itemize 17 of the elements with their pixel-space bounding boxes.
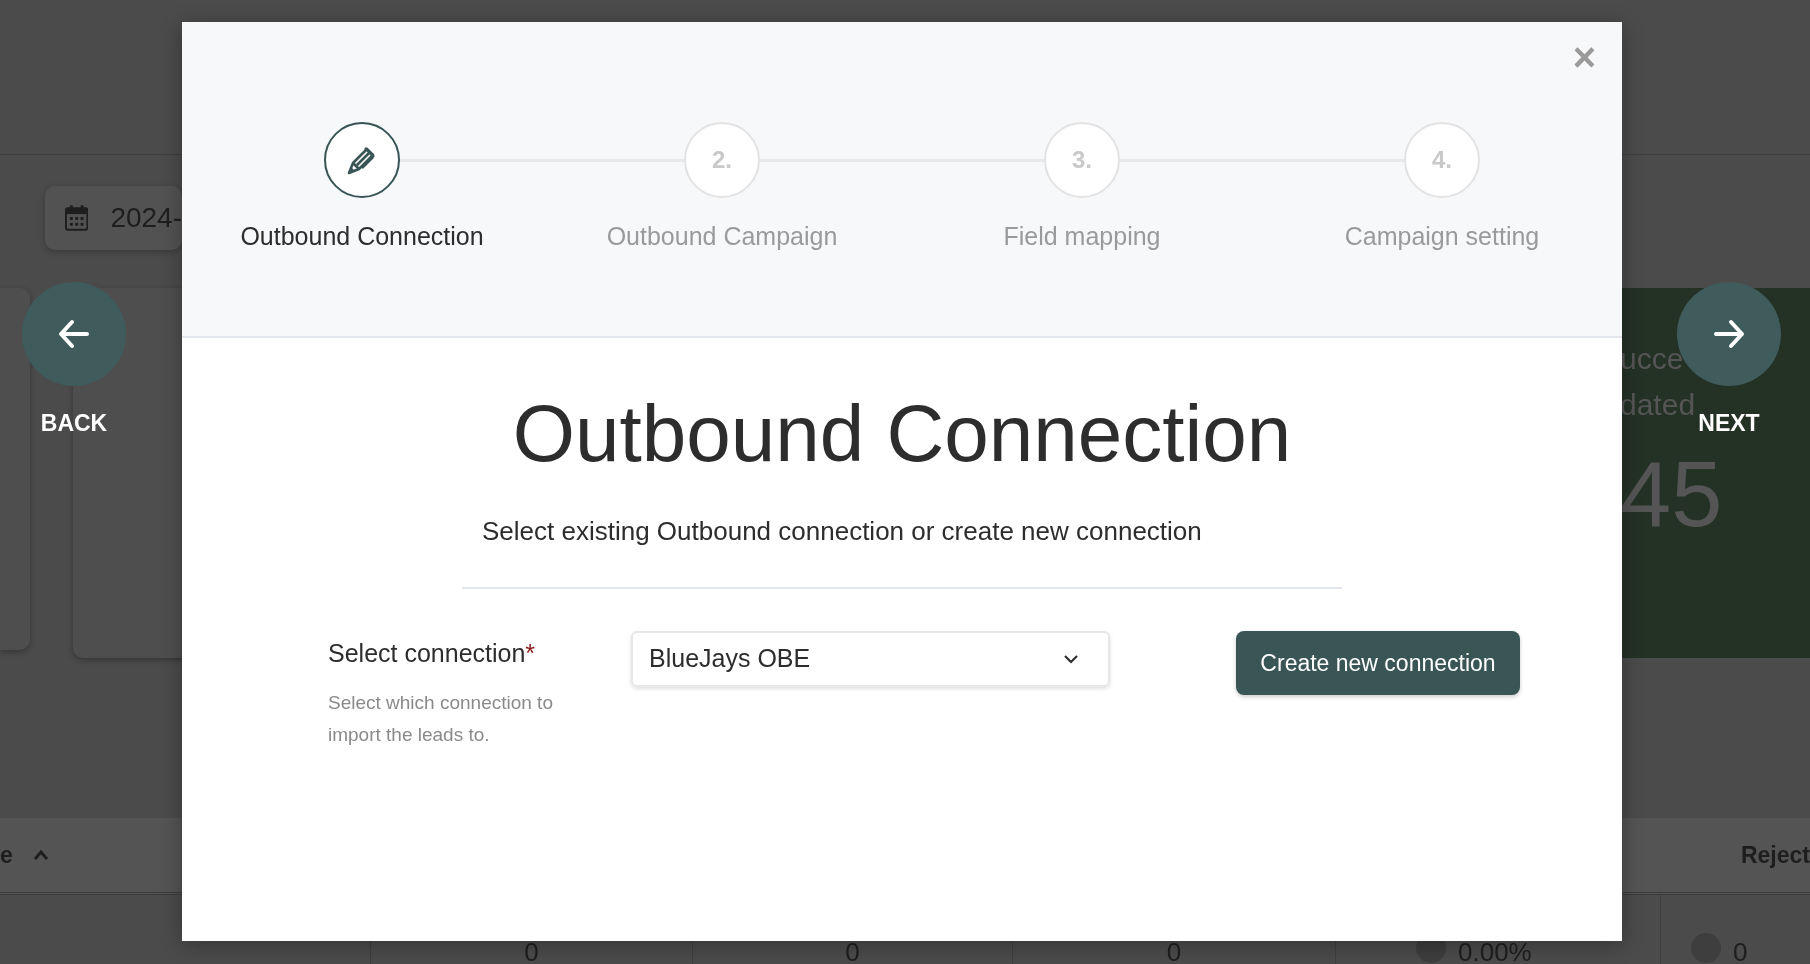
step-label: Field mapping (1002, 221, 1162, 252)
field-label: Select connection* (328, 638, 537, 669)
calendar-icon (65, 205, 89, 231)
next-label[interactable]: NEXT (1698, 406, 1760, 441)
step-label: Outbound Connection (239, 221, 485, 252)
back-label[interactable]: BACK (40, 406, 108, 441)
step-label: Campaign setting (1343, 221, 1541, 252)
page-subtitle: Select existing Outbound connection or create new connection (482, 515, 1203, 548)
create-connection-button[interactable]: Create new connection (1236, 631, 1520, 695)
arrow-right-icon (1712, 317, 1746, 351)
help-text: Select which connection to import the leads to. (328, 690, 554, 747)
connection-select[interactable]: BlueJays OBE (631, 631, 1110, 687)
page-heading: Outbound Connection (511, 394, 1293, 474)
chevron-down-icon (1064, 654, 1078, 664)
close-button[interactable]: × (1566, 36, 1602, 78)
step-label: Outbound Campaign (605, 221, 839, 252)
arrow-left-icon (57, 317, 91, 351)
